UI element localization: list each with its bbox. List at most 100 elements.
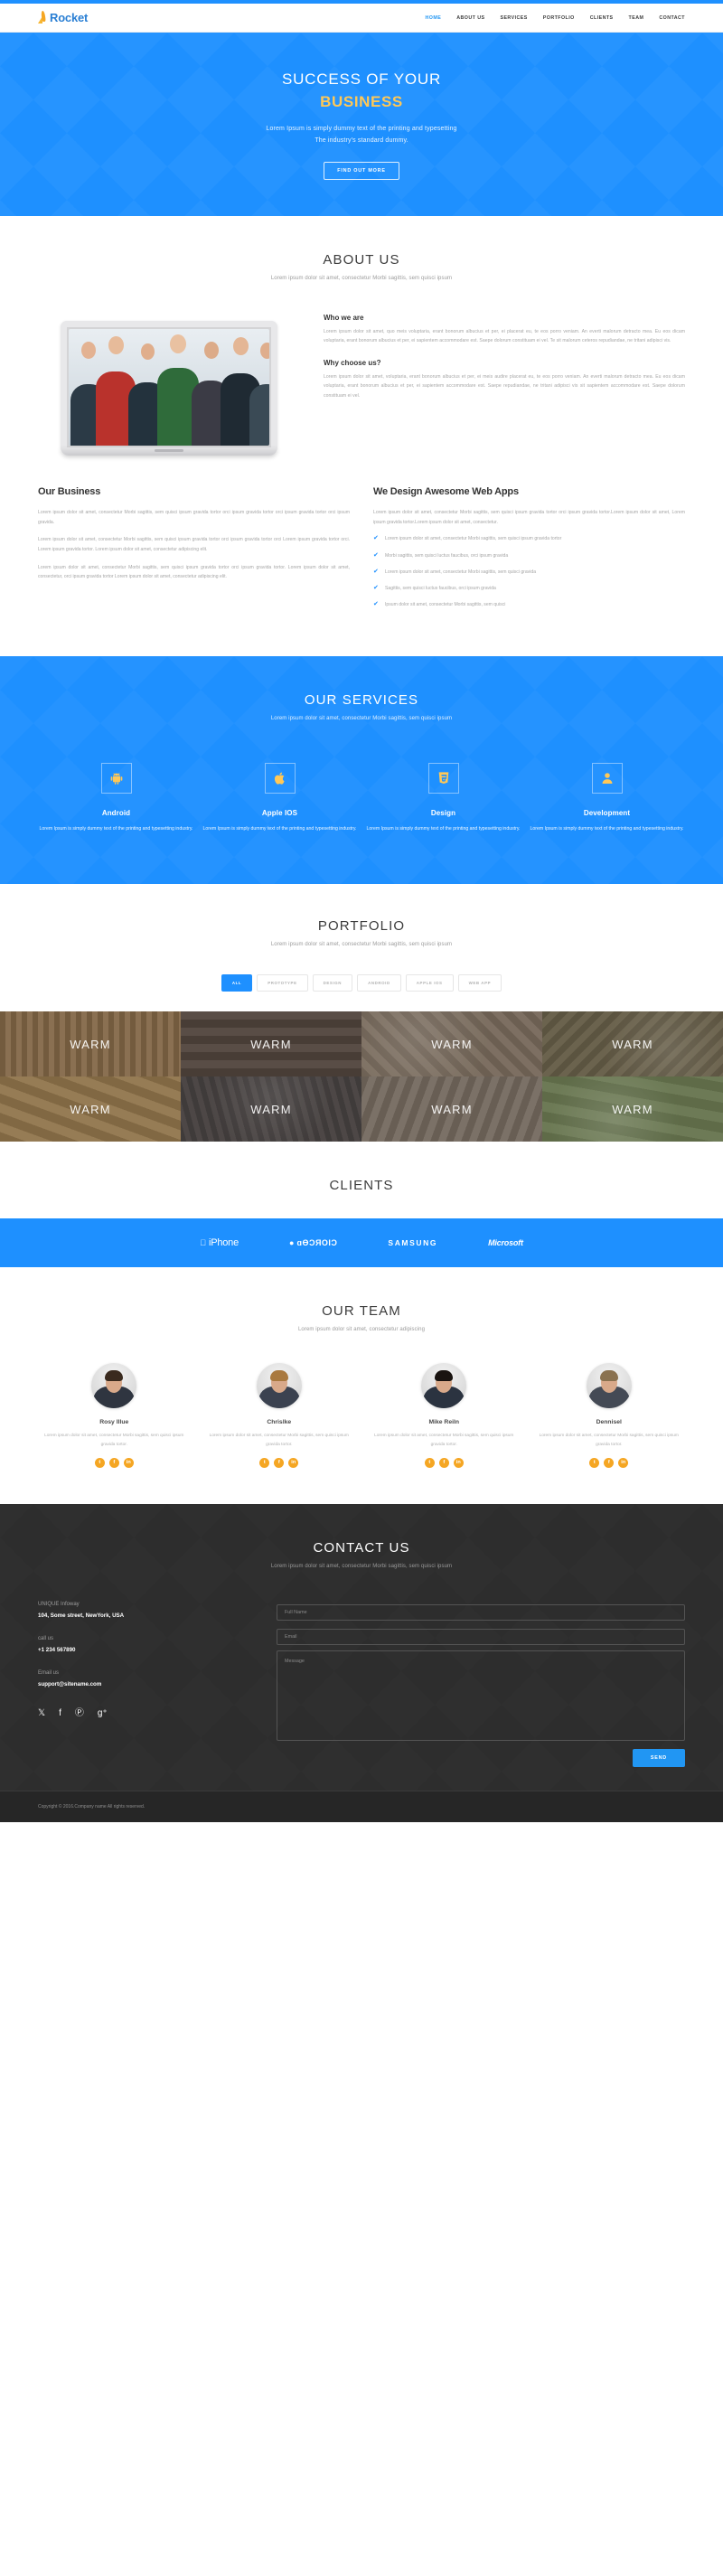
portfolio-tile-caption: WARM <box>431 1102 473 1116</box>
message-textarea[interactable] <box>277 1650 685 1741</box>
our-business-heading: Our Business <box>38 486 101 497</box>
portfolio-filter-all[interactable]: ALL <box>221 974 253 992</box>
portfolio-tile[interactable]: WARM <box>542 1076 723 1142</box>
portfolio-tile[interactable]: WARM <box>362 1076 542 1142</box>
portfolio-tile-caption: WARM <box>612 1102 653 1116</box>
clients-logo-bar: iPhone ●ɑƟƆЯОIƆ SAMSUNG Microsoft <box>0 1218 723 1268</box>
full-name-input[interactable] <box>277 1603 685 1621</box>
client-logo-text: iPhone <box>205 1237 239 1249</box>
facebook-icon[interactable]: f <box>438 1457 449 1468</box>
portfolio-filter-prototype[interactable]: PROTOTYPE <box>257 974 308 992</box>
team-member-socials: t f in <box>203 1457 356 1468</box>
portfolio-filter-web-app[interactable]: WEB APP <box>457 974 502 992</box>
email-input[interactable] <box>277 1628 685 1645</box>
portfolio-tile[interactable]: WARM <box>181 1011 362 1077</box>
contact-phone-block: call us +1 234 567890 <box>38 1636 246 1653</box>
apple-icon <box>264 763 296 794</box>
portfolio-tile[interactable]: WARM <box>542 1011 723 1077</box>
email-us-label: Email us <box>38 1669 60 1676</box>
service-card-android[interactable]: Android Lorem Ipsum is simply dummy text … <box>38 763 194 833</box>
nav-item-portfolio[interactable]: PORTFOLIO <box>543 15 575 21</box>
about-subtitle: Lorem ipsum dolor sit amet, consectetur … <box>270 276 453 281</box>
our-business-paragraph: Lorem ipsum dolor sit amet, consectetur … <box>38 537 350 553</box>
web-apps-checklist: ✔ Lorem ipsum dolor sit amet, consectetur… <box>373 531 685 613</box>
service-text: Lorem Ipsum is simply dummy text of the … <box>366 826 521 832</box>
hero-title: SUCCESS OF YOUR BUSINESS <box>282 69 441 113</box>
nav-item-team[interactable]: TEAM <box>629 15 644 21</box>
services-title: OUR SERVICES <box>304 692 419 709</box>
portfolio-filters: ALL PROTOTYPE DESIGN ANDROID APPLE IOS WEB AP… <box>38 974 685 1011</box>
services-section: OUR SERVICES Lorem ipsum dolor sit amet,… <box>0 656 723 884</box>
facebook-icon[interactable]: f <box>59 1708 61 1718</box>
pinterest-icon[interactable]: Ⓟ <box>75 1708 84 1718</box>
nav-item-services[interactable]: SERVICES <box>500 15 527 21</box>
check-icon: ✔ <box>373 535 379 542</box>
facebook-icon[interactable]: f <box>108 1457 119 1468</box>
google-plus-icon[interactable]: g⁺ <box>98 1708 108 1718</box>
portfolio-grid: WARM WARM WARM WARM WARM WARM WARM WARM <box>0 1011 723 1142</box>
nav-item-about-us[interactable]: ABOUT US <box>456 15 484 21</box>
team-member-bio: Lorem ipsum dolor sit amet, consectetur … <box>44 1434 184 1447</box>
apple-iphone-logo: iPhone <box>200 1237 239 1248</box>
web-apps-paragraph: Lorem ipsum dolor sit amet, consectetur … <box>373 510 685 525</box>
twitter-icon[interactable]: t <box>589 1457 600 1468</box>
service-title: Apple IOS <box>261 809 298 818</box>
web-apps-heading: We Design Awesome Web Apps <box>373 486 519 497</box>
laptop-screen <box>61 321 277 447</box>
android-glyph-icon: ● <box>286 1238 294 1248</box>
check-icon: ✔ <box>373 600 379 607</box>
microsoft-logo: Microsoft <box>488 1238 523 1247</box>
twitter-icon[interactable]: t <box>259 1457 270 1468</box>
services-row: Android Lorem Ipsum is simply dummy text … <box>38 763 685 833</box>
facebook-icon[interactable]: f <box>604 1457 615 1468</box>
about-image-column <box>38 310 300 456</box>
linkedin-icon[interactable]: in <box>453 1457 464 1468</box>
portfolio-filter-android[interactable]: ANDROID <box>357 974 401 992</box>
about-section: ABOUT US Lorem ipsum dolor sit amet, con… <box>0 216 723 657</box>
laptop-base <box>61 447 277 456</box>
hero-section: SUCCESS OF YOUR BUSINESS Lorem Ipsum is … <box>0 33 723 216</box>
portfolio-tile[interactable]: WARM <box>362 1011 542 1077</box>
portfolio-filter-apple-ios[interactable]: APPLE IOS <box>405 974 454 992</box>
apple-glyph-icon:  <box>200 1238 206 1247</box>
about-title: ABOUT US <box>323 252 400 268</box>
check-icon: ✔ <box>373 584 379 591</box>
list-item: ✔ Ipsum dolor sit amet, consectetur Morbi… <box>373 597 685 613</box>
twitter-icon[interactable]: 𝕏 <box>38 1708 45 1718</box>
nav-item-clients[interactable]: CLIENTS <box>590 15 614 21</box>
portfolio-filter-design[interactable]: DESIGN <box>312 974 353 992</box>
contact-form: SEND <box>277 1602 685 1767</box>
avatar <box>256 1363 302 1409</box>
twitter-icon[interactable]: t <box>94 1457 105 1468</box>
team-group-photo <box>69 329 269 446</box>
nav-item-contact[interactable]: CONTACT <box>659 15 685 21</box>
twitter-icon[interactable]: t <box>424 1457 435 1468</box>
find-out-more-button[interactable]: FIND OUT MORE <box>324 162 399 181</box>
team-member-name: Rosy Illue <box>99 1419 129 1426</box>
android-icon <box>100 763 132 794</box>
laptop-mockup <box>61 321 277 456</box>
service-card-development[interactable]: Development Lorem Ipsum is simply dummy t… <box>529 763 685 833</box>
linkedin-icon[interactable]: in <box>288 1457 299 1468</box>
send-button[interactable]: SEND <box>632 1748 685 1767</box>
portfolio-tile[interactable]: WARM <box>0 1076 181 1142</box>
service-title: Design <box>430 809 456 818</box>
who-we-are-heading: Who we are <box>324 314 364 322</box>
facebook-icon[interactable]: f <box>274 1457 285 1468</box>
photo-person-body <box>249 384 269 446</box>
linkedin-icon[interactable]: in <box>618 1457 629 1468</box>
portfolio-section: PORTFOLIO Lorem ipsum dolor sit amet, co… <box>0 884 723 1142</box>
service-card-apple-ios[interactable]: Apple IOS Lorem Ipsum is simply dummy tex… <box>202 763 358 833</box>
who-we-are-text: Lorem ipsum dolor sit amet, quo meis vol… <box>324 329 685 344</box>
checklist-item-label: Lorem ipsum dolor sit amet, consectetur … <box>385 536 562 542</box>
brand-logo[interactable]: Rocket <box>38 10 88 24</box>
linkedin-icon[interactable]: in <box>123 1457 134 1468</box>
html5-icon <box>427 763 459 794</box>
clients-section: CLIENTS <box>0 1142 723 1219</box>
portfolio-tile[interactable]: WARM <box>0 1011 181 1077</box>
service-card-design[interactable]: Design Lorem Ipsum is simply dummy text o… <box>365 763 521 833</box>
nav-item-home[interactable]: HOME <box>426 15 442 21</box>
checklist-item-label: Sagittis, sem quisci luctus faucibus, or… <box>385 585 496 591</box>
our-business-column: Our Business Lorem ipsum dolor sit amet,… <box>38 486 350 613</box>
portfolio-tile[interactable]: WARM <box>181 1076 362 1142</box>
